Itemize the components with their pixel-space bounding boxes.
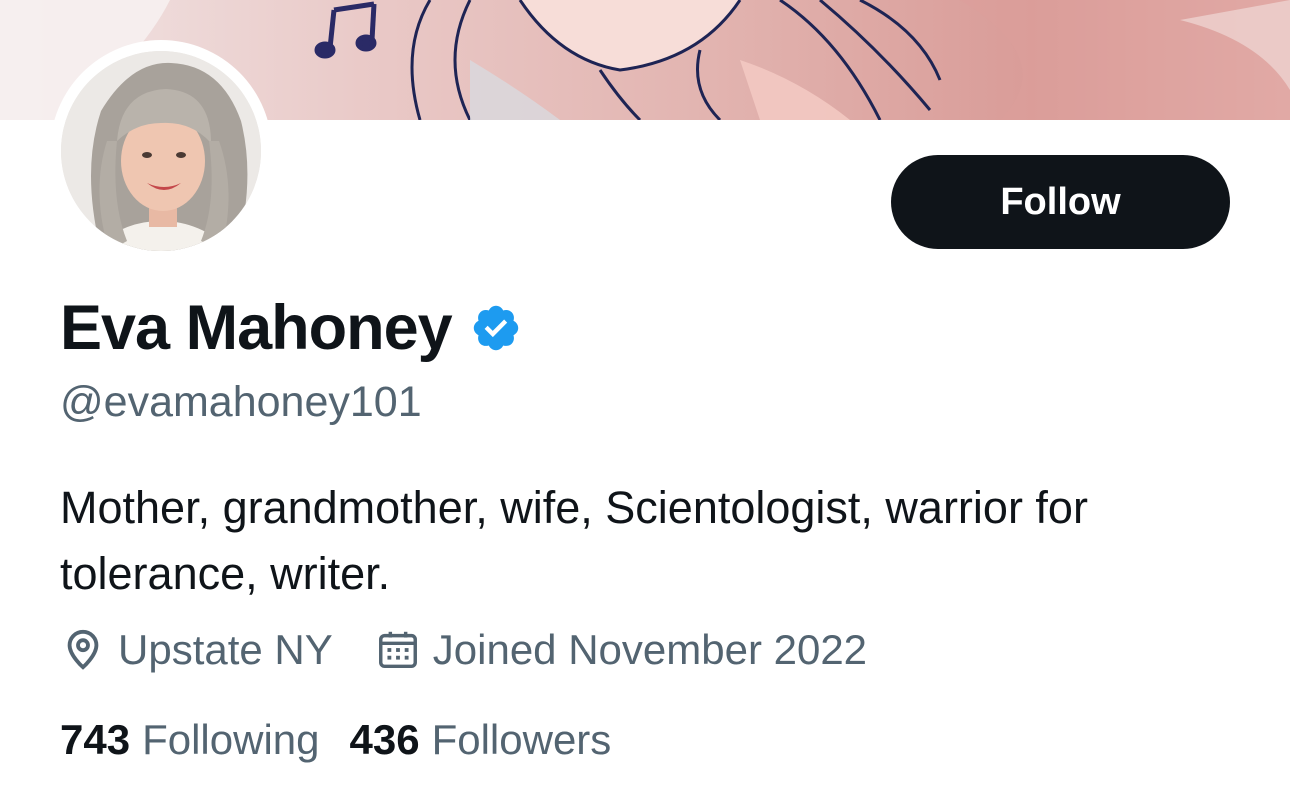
following-label: Following <box>142 716 320 763</box>
profile-bio: Mother, grandmother, wife, Scientologist… <box>60 482 1088 599</box>
avatar[interactable] <box>50 40 272 262</box>
followers-count: 436 <box>349 716 420 763</box>
name-row: Eva Mahoney <box>60 290 522 365</box>
display-name: Eva Mahoney <box>60 292 453 363</box>
joined-date-text: Joined November 2022 <box>432 626 868 673</box>
follow-stats: 743 Following 436 Followers <box>60 712 611 768</box>
profile-meta: Upstate NY Joined November 2022 <box>60 622 867 678</box>
followers-link[interactable]: 436 Followers <box>350 716 612 764</box>
username-handle: @evamahoney101 <box>60 378 422 426</box>
verified-badge-icon[interactable] <box>470 302 522 354</box>
location-text: Upstate NY <box>118 626 333 673</box>
location-item: Upstate NY <box>60 626 333 674</box>
follow-button[interactable]: Follow <box>891 155 1230 249</box>
avatar-photo <box>61 51 261 251</box>
followers-label: Followers <box>431 716 612 763</box>
following-count: 743 <box>60 716 131 763</box>
location-pin-icon <box>60 627 106 673</box>
following-link[interactable]: 743 Following <box>60 716 320 764</box>
joined-item: Joined November 2022 <box>375 626 867 674</box>
calendar-icon <box>375 627 421 673</box>
